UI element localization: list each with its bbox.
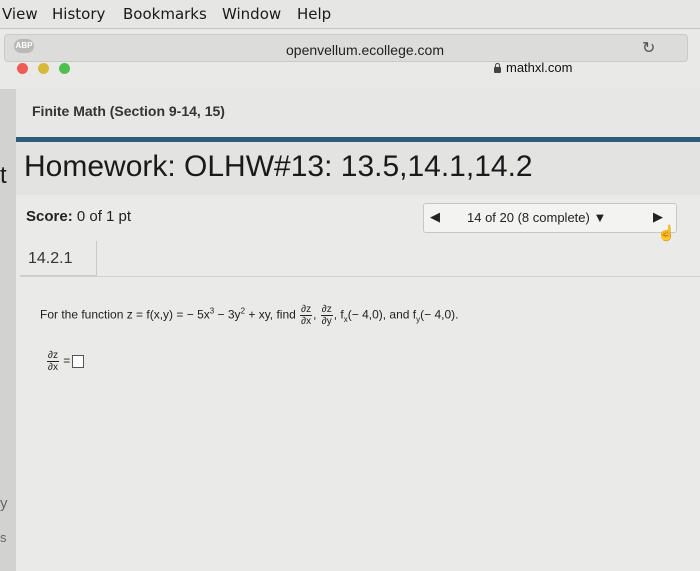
zoom-window-icon[interactable] bbox=[59, 63, 70, 74]
menu-view[interactable]: View bbox=[2, 5, 38, 23]
period: . bbox=[455, 307, 459, 322]
question-select-dropdown[interactable]: 14 of 20 (8 complete) ▼ bbox=[467, 210, 606, 225]
course-title: Finite Math (Section 9-14, 15) bbox=[32, 103, 225, 119]
close-window-icon[interactable] bbox=[17, 63, 28, 74]
fx-argument: (− 4,0) bbox=[347, 307, 383, 322]
score-label: Score: bbox=[26, 208, 73, 225]
score-value: 0 of 1 pt bbox=[76, 208, 132, 225]
fraction-numerator: ∂z bbox=[47, 350, 59, 362]
edge-letter-y: y bbox=[0, 495, 8, 512]
partial-z-y-fraction: ∂z ∂y bbox=[320, 304, 333, 327]
minimize-window-icon[interactable] bbox=[38, 63, 49, 74]
problem-text-mid1: − 3y bbox=[214, 307, 241, 322]
homework-title: Homework: OLHW#13: 13.5,14.1,14.2 bbox=[24, 150, 533, 183]
tab-label: mathxl.com bbox=[506, 60, 573, 75]
next-question-button[interactable]: ▶ bbox=[653, 209, 663, 225]
hand-cursor-icon: ☝ bbox=[657, 225, 676, 242]
reload-icon[interactable]: ↻ bbox=[642, 38, 655, 58]
adblock-icon[interactable]: ABP bbox=[14, 39, 34, 53]
menu-window[interactable]: Window bbox=[222, 5, 281, 23]
fraction-numerator: ∂z bbox=[300, 304, 313, 316]
fy-argument: (− 4,0) bbox=[420, 307, 456, 322]
question-panel bbox=[16, 195, 700, 571]
edge-letter-s: s bbox=[0, 530, 7, 545]
partial-z-x-fraction: ∂z ∂x bbox=[300, 304, 313, 327]
menu-bookmarks[interactable]: Bookmarks bbox=[123, 5, 207, 23]
problem-text-start: For the function z = f(x,y) = − 5x bbox=[40, 307, 210, 322]
fraction-denominator: ∂x bbox=[301, 316, 312, 327]
problem-statement: For the function z = f(x,y) = − 5x3 − 3y… bbox=[40, 304, 459, 327]
answer-partial-fraction: ∂z ∂x bbox=[47, 350, 59, 373]
problem-text-mid2: + xy, find bbox=[245, 307, 300, 322]
score-display: Score: 0 of 1 pt bbox=[26, 208, 131, 225]
edge-text: t bbox=[0, 162, 7, 189]
answer-row: ∂z ∂x = bbox=[46, 350, 85, 373]
equals-sign: = bbox=[63, 353, 71, 368]
mac-menubar: View History Bookmarks Window Help bbox=[0, 0, 700, 29]
previous-question-button[interactable]: ◀ bbox=[430, 209, 440, 225]
fraction-numerator: ∂z bbox=[320, 304, 333, 316]
and-text: , and bbox=[382, 307, 413, 322]
problem-divider bbox=[20, 276, 700, 277]
menu-history[interactable]: History bbox=[52, 5, 105, 23]
lock-icon bbox=[494, 63, 501, 73]
fraction-denominator: ∂x bbox=[48, 362, 58, 373]
menu-help[interactable]: Help bbox=[297, 5, 331, 23]
address-url[interactable]: openvellum.ecollege.com bbox=[240, 42, 490, 58]
fraction-denominator: ∂y bbox=[321, 316, 332, 327]
answer-input-box[interactable] bbox=[72, 355, 85, 368]
comma: , bbox=[313, 307, 320, 322]
question-number: 14.2.1 bbox=[28, 250, 73, 267]
tab-mathxl[interactable]: mathxl.com bbox=[494, 60, 572, 75]
header-divider bbox=[16, 137, 700, 142]
